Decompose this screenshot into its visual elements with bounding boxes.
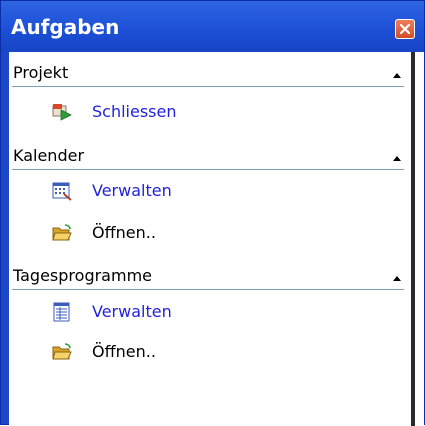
task-label-tagesprogramme-verwalten: Verwalten	[92, 302, 172, 321]
window-title: Aufgaben	[11, 15, 120, 39]
scrollbar-thumb[interactable]	[411, 52, 415, 426]
calendar-manage-icon	[52, 182, 72, 201]
task-label-kalender-verwalten: Verwalten	[92, 181, 172, 200]
close-button[interactable]	[395, 19, 415, 39]
section-divider	[12, 169, 404, 170]
open-folder-icon	[52, 224, 72, 241]
section-label-tagesprogramme: Tagesprogramme	[13, 266, 152, 285]
chevron-up-icon[interactable]	[393, 156, 401, 161]
close-project-icon	[52, 104, 72, 121]
schedule-manage-icon	[53, 302, 70, 322]
title-bar: Aufgaben	[1, 1, 424, 51]
open-folder-icon	[52, 343, 72, 360]
task-label-tagesprogramme-oeffnen: Öffnen..	[92, 342, 156, 361]
section-label-projekt: Projekt	[13, 63, 69, 82]
section-header-tagesprogramme[interactable]: Tagesprogramme	[8, 264, 408, 290]
chevron-up-icon[interactable]	[393, 73, 401, 78]
section-header-kalender[interactable]: Kalender	[8, 144, 408, 170]
section-label-kalender: Kalender	[13, 146, 85, 165]
task-label-kalender-oeffnen: Öffnen..	[92, 223, 156, 242]
section-header-projekt[interactable]: Projekt	[8, 61, 408, 87]
section-divider	[12, 289, 404, 290]
close-icon	[399, 23, 411, 35]
chevron-up-icon[interactable]	[393, 276, 401, 281]
task-label-schliessen: Schliessen	[92, 102, 177, 121]
section-divider	[12, 86, 404, 87]
